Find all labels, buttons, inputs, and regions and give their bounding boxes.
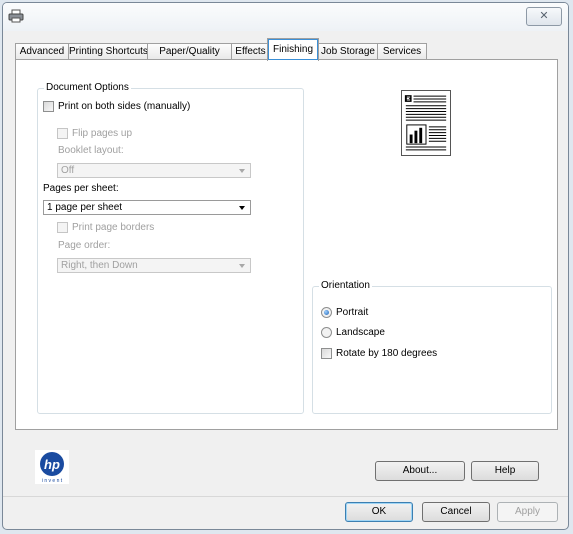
print-both-sides-checkbox[interactable]: Print on both sides (manually) [43,101,190,112]
tab-paper-quality[interactable]: Paper/Quality [147,43,232,59]
booklet-layout-value: Off [61,165,75,176]
pages-per-sheet-value: 1 page per sheet [47,202,123,213]
apply-button[interactable]: Apply [497,502,558,522]
rotate-180-checkbox[interactable]: Rotate by 180 degrees [321,348,437,359]
flip-pages-up-checkbox[interactable]: Flip pages up [57,128,132,139]
chevron-down-icon [239,169,245,173]
tab-advanced[interactable]: Advanced [15,43,69,59]
tab-effects[interactable]: Effects [231,43,270,59]
tab-finishing[interactable]: Finishing [267,38,319,61]
chevron-down-icon [239,264,245,268]
print-both-sides-label: Print on both sides (manually) [58,101,191,112]
booklet-layout-dropdown[interactable]: Off [57,163,251,178]
cancel-button[interactable]: Cancel [422,502,490,522]
page-order-label: Page order: [58,240,111,251]
help-button[interactable]: Help [471,461,539,481]
portrait-label: Portrait [336,307,369,318]
checkbox-box[interactable] [57,128,68,139]
landscape-label: Landscape [336,327,385,338]
checkbox-box[interactable] [57,222,68,233]
chevron-down-icon [239,206,245,210]
svg-text:hp: hp [44,457,60,472]
pages-per-sheet-dropdown[interactable]: 1 page per sheet [43,200,251,215]
hp-logo: hp i n v e n t [35,450,69,484]
rotate-180-label: Rotate by 180 degrees [336,348,438,359]
tab-job-storage[interactable]: Job Storage [318,43,378,59]
document-options-legend: Document Options [44,82,131,94]
radio-button[interactable] [321,307,332,318]
checkbox-box[interactable] [43,101,54,112]
booklet-layout-label: Booklet layout: [58,145,124,156]
landscape-radio[interactable]: Landscape [321,327,385,338]
footer-divider [3,496,568,497]
page-order-dropdown[interactable]: Right, then Down [57,258,251,273]
close-button[interactable]: ✕ [526,7,562,26]
radio-button[interactable] [321,327,332,338]
print-page-borders-label: Print page borders [72,222,155,233]
pages-per-sheet-label: Pages per sheet: [43,183,119,194]
about-button[interactable]: About... [375,461,465,481]
checkbox-box[interactable] [321,348,332,359]
page-preview-icon [401,90,451,156]
tab-printing-shortcuts[interactable]: Printing Shortcuts [68,43,148,59]
ok-button[interactable]: OK [345,502,413,522]
orientation-legend: Orientation [319,280,372,292]
portrait-radio[interactable]: Portrait [321,307,368,318]
title-bar: ✕ [3,3,568,31]
page-order-value: Right, then Down [61,260,138,271]
print-page-borders-checkbox[interactable]: Print page borders [57,222,154,233]
flip-pages-up-label: Flip pages up [72,128,133,139]
printer-icon [8,9,24,23]
tab-services[interactable]: Services [377,43,427,59]
finishing-panel: Document Options Print on both sides (ma… [15,59,558,430]
svg-text:i n v e n t: i n v e n t [42,478,63,484]
printer-properties-window: ✕ Advanced Printing Shortcuts Paper/Qual… [2,2,569,530]
